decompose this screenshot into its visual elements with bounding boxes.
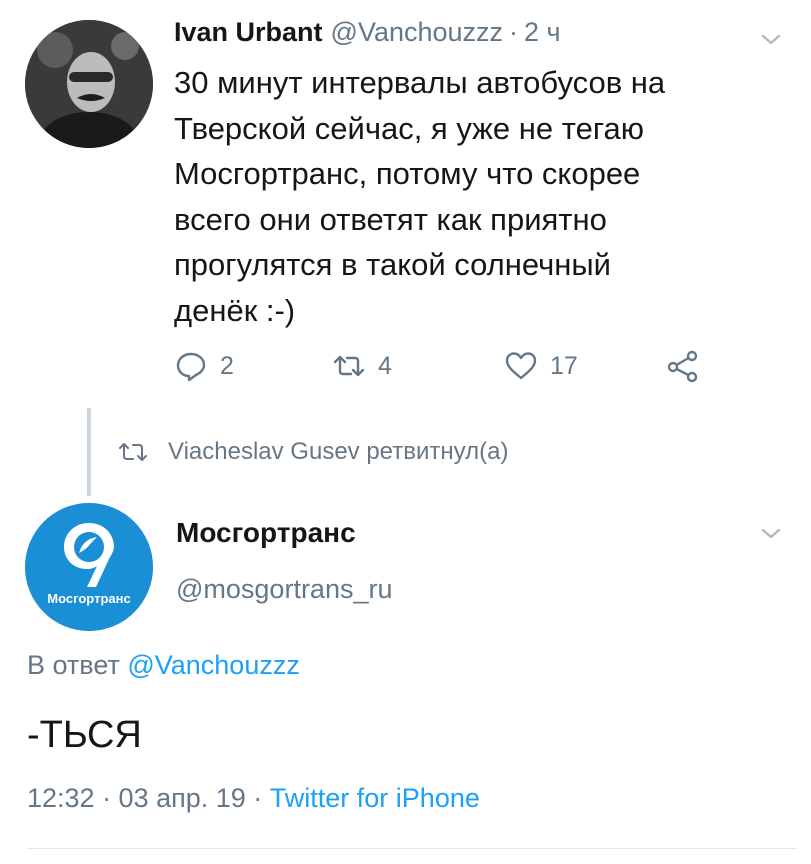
reply-button[interactable]: 2 [174, 344, 234, 388]
author-name[interactable]: Мосгортранс [176, 517, 356, 549]
tweet-meta: 12:32 · 03 апр. 19 · Twitter for iPhone [27, 783, 480, 814]
retweet-context[interactable]: Viacheslav Gusev ретвитнул(а) [118, 438, 508, 466]
thread-line [87, 408, 91, 496]
reply-to-line: В ответ @Vanchouzzz [27, 650, 300, 681]
retweet-icon [119, 443, 147, 461]
tweet-text: -ТЬСЯ [27, 714, 142, 756]
retweet-icon [333, 355, 365, 377]
retweet-button[interactable]: 4 [332, 344, 392, 388]
share-icon [667, 350, 698, 383]
chevron-down-icon[interactable] [760, 522, 782, 544]
reply-count: 2 [220, 351, 234, 380]
reply-icon [176, 352, 206, 382]
retweet-context-text: Viacheslav Gusev ретвитнул(а) [168, 438, 509, 465]
like-button[interactable]: 17 [504, 344, 578, 388]
like-icon [505, 352, 537, 380]
author-handle[interactable]: @Vanchouzzz [331, 17, 504, 48]
author-handle[interactable]: @mosgortrans_ru [176, 574, 393, 605]
avatar-photo [25, 20, 153, 148]
retweet-count: 4 [378, 351, 392, 380]
reply-prefix: В ответ [27, 650, 120, 680]
tweet-text: 30 минут интервалы автобусов на Тверской… [174, 65, 666, 328]
mosgortrans-logo: Мосгортранс [25, 503, 153, 631]
like-count: 17 [550, 351, 578, 380]
avatar-ivan-urbant[interactable] [25, 20, 153, 148]
divider [27, 848, 797, 849]
share-button[interactable] [666, 344, 700, 388]
tweet-actions: 2 4 17 [174, 344, 734, 388]
tweet-timestamp[interactable]: 12:32 · 03 апр. 19 · [27, 783, 270, 813]
separator-dot: · [509, 17, 519, 47]
avatar-mosgortrans[interactable]: Мосгортранс [25, 503, 153, 631]
chevron-down-icon[interactable] [760, 28, 782, 50]
reply-mention-link[interactable]: @Vanchouzzz [127, 650, 300, 680]
tweet1-header: Ivan Urbant @Vanchouzzz · 2 ч [174, 17, 561, 57]
avatar-brand-label: Мосгортранс [47, 591, 130, 606]
author-name[interactable]: Ivan Urbant [174, 17, 323, 48]
tweet-time[interactable]: 2 ч [524, 17, 561, 48]
tweet-source-link[interactable]: Twitter for iPhone [270, 783, 480, 813]
